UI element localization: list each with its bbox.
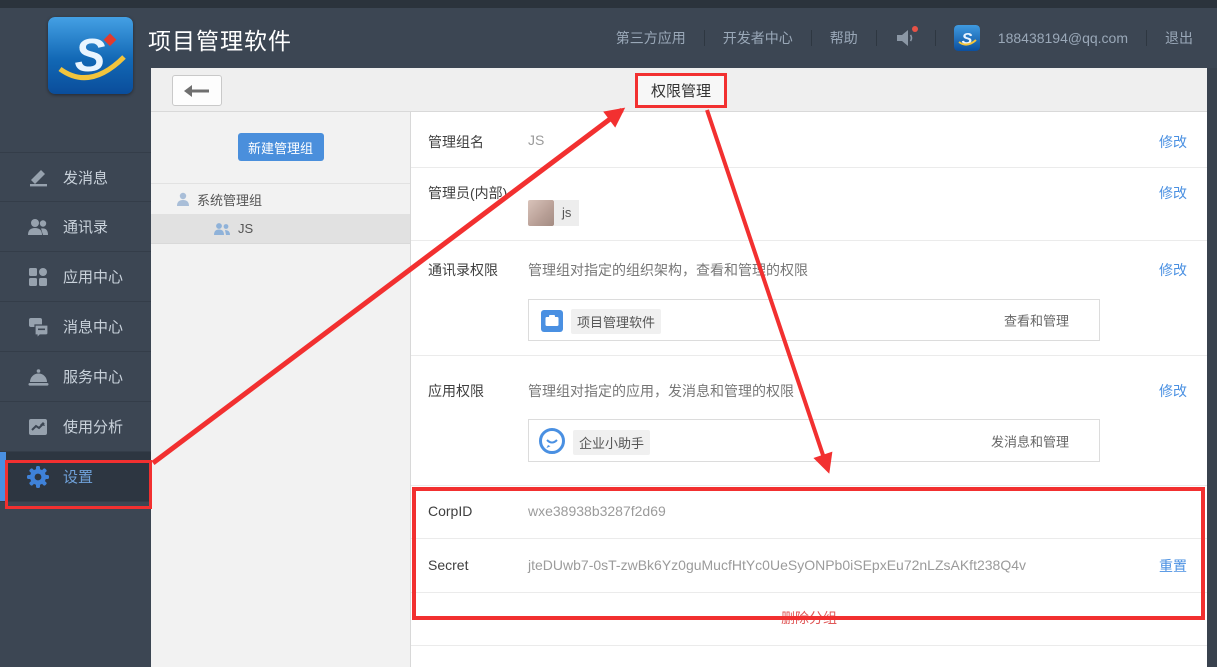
pencil-icon bbox=[26, 166, 50, 188]
group-name-edit-link[interactable]: 修改 bbox=[1159, 132, 1187, 152]
app-permission-box: 企业小助手 发消息和管理 bbox=[528, 419, 1100, 462]
admins-label: 管理员(内部) bbox=[428, 185, 508, 201]
secret-value: jteDUwb7-0sT-zwBk6Yz0guMucfHtYc0UeSyONPb… bbox=[528, 557, 1026, 573]
group-name-value: JS bbox=[528, 132, 545, 148]
top-header: 项目管理软件 第三方应用 开发者中心 帮助 S 188438194@qq.com… bbox=[0, 0, 1217, 68]
sidebar-item-settings[interactable]: 设置 bbox=[0, 452, 151, 502]
corpid-label: CorpID bbox=[428, 503, 473, 519]
contacts-permission-edit-link[interactable]: 修改 bbox=[1159, 260, 1187, 280]
service-bell-icon bbox=[26, 366, 50, 388]
row-divider bbox=[411, 485, 1207, 486]
contacts-permission-box: 项目管理软件 查看和管理 bbox=[528, 299, 1100, 341]
gear-icon bbox=[26, 465, 50, 488]
header-nav: 第三方应用 开发者中心 帮助 S 188438194@qq.com 退出 bbox=[616, 0, 1193, 68]
contacts-permission-desc: 管理组对指定的组织架构，查看和管理的权限 bbox=[528, 262, 808, 278]
assistant-app-icon bbox=[539, 428, 565, 459]
corpid-value: wxe38938b3287f2d69 bbox=[528, 503, 666, 519]
group-tree-panel: 新建管理组 系统管理组 JS bbox=[151, 112, 411, 667]
nav-separator bbox=[934, 30, 936, 46]
sidebar-item-contacts[interactable]: 通讯录 bbox=[0, 202, 151, 252]
sidebar-menu: 发消息 通讯录 应用中心 消息中心 服务中心 使用分析 设置 bbox=[0, 152, 151, 502]
back-arrow-icon bbox=[184, 84, 209, 97]
row-divider bbox=[411, 355, 1207, 356]
contacts-permission-item[interactable]: 项目管理软件 bbox=[571, 309, 662, 334]
logout-button[interactable]: 退出 bbox=[1165, 28, 1193, 48]
contacts-permission-label: 通讯录权限 bbox=[428, 262, 498, 278]
sidebar-item-message-center[interactable]: 消息中心 bbox=[0, 302, 151, 352]
row-divider bbox=[411, 645, 1207, 646]
app-permission-item[interactable]: 企业小助手 bbox=[573, 430, 651, 455]
row-divider bbox=[411, 538, 1207, 539]
back-button[interactable] bbox=[172, 75, 222, 106]
nav-developer-center[interactable]: 开发者中心 bbox=[723, 28, 793, 48]
admin-avatar bbox=[528, 200, 554, 226]
row-divider bbox=[411, 240, 1207, 241]
nav-separator bbox=[703, 30, 705, 46]
nav-third-party-apps[interactable]: 第三方应用 bbox=[616, 28, 686, 48]
admins-edit-link[interactable]: 修改 bbox=[1159, 183, 1187, 203]
group-name-label: 管理组名 bbox=[428, 134, 484, 150]
app-permission-label: 应用权限 bbox=[428, 383, 484, 399]
sidebar-item-usage-analytics[interactable]: 使用分析 bbox=[0, 402, 151, 452]
secret-label: Secret bbox=[428, 557, 469, 573]
chat-bubbles-icon bbox=[26, 316, 50, 338]
group-icon bbox=[214, 222, 230, 235]
sidebar-item-app-center[interactable]: 应用中心 bbox=[0, 252, 151, 302]
new-group-button[interactable]: 新建管理组 bbox=[237, 133, 324, 161]
tree-item-label: 系统管理组 bbox=[197, 192, 263, 208]
grid-icon bbox=[26, 266, 50, 288]
nav-separator bbox=[875, 30, 877, 46]
nav-separator bbox=[1146, 30, 1147, 46]
app-permission-level: 发消息和管理 bbox=[990, 434, 1069, 449]
folder-icon bbox=[541, 310, 563, 337]
group-tree: 系统管理组 JS bbox=[151, 183, 410, 244]
tree-item-label: JS bbox=[238, 221, 254, 236]
app-logo: S bbox=[48, 17, 133, 94]
toolbar bbox=[151, 68, 1207, 112]
tree-item-system-group[interactable]: 系统管理组 bbox=[151, 184, 410, 214]
app-permission-edit-link[interactable]: 修改 bbox=[1159, 381, 1187, 401]
person-icon bbox=[177, 192, 189, 206]
row-divider bbox=[411, 167, 1207, 168]
delete-group-link[interactable]: 删除分组 bbox=[411, 608, 1207, 628]
secret-reset-link[interactable]: 重置 bbox=[1159, 556, 1187, 576]
sidebar-item-send-message[interactable]: 发消息 bbox=[0, 152, 151, 202]
app-window: 项目管理软件 第三方应用 开发者中心 帮助 S 188438194@qq.com… bbox=[0, 0, 1217, 667]
account-email[interactable]: 188438194@qq.com bbox=[998, 30, 1128, 46]
row-divider bbox=[411, 592, 1207, 593]
tree-item-js-group-selected[interactable]: JS bbox=[151, 214, 410, 244]
announcement-speaker-icon[interactable] bbox=[895, 26, 918, 48]
app-title: 项目管理软件 bbox=[148, 28, 292, 54]
nav-separator bbox=[810, 30, 812, 46]
sidebar-item-service-center[interactable]: 服务中心 bbox=[0, 352, 151, 402]
notification-dot bbox=[911, 26, 918, 32]
admin-member-chip: js bbox=[528, 200, 580, 226]
app-permission-desc: 管理组对指定的应用，发消息和管理的权限 bbox=[528, 383, 794, 399]
admin-name: js bbox=[554, 200, 580, 226]
contacts-permission-level: 查看和管理 bbox=[1003, 313, 1069, 329]
analytics-chart-icon bbox=[26, 416, 50, 438]
sidebar: 发消息 通讯录 应用中心 消息中心 服务中心 使用分析 设置 bbox=[0, 68, 151, 667]
group-detail-panel: 管理组名 JS 修改 管理员(内部) 修改 js 通讯录权限 管理组对指定的组织… bbox=[411, 112, 1207, 667]
nav-help[interactable]: 帮助 bbox=[830, 28, 858, 48]
people-icon bbox=[26, 216, 50, 238]
account-avatar[interactable]: S bbox=[953, 25, 980, 51]
